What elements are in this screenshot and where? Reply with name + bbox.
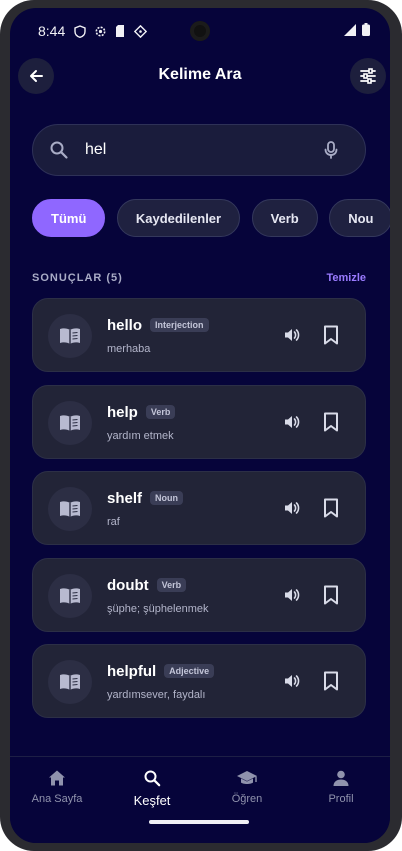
part-of-speech-badge: Interjection — [150, 318, 209, 332]
word-text: helpful — [107, 663, 157, 680]
nav-label: Profil — [328, 793, 354, 805]
word-meaning: yardımsever, faydalı — [107, 689, 206, 701]
book-icon — [48, 314, 92, 358]
speaker-icon[interactable] — [283, 672, 303, 692]
gesture-bar — [149, 820, 249, 824]
signal-icon — [344, 23, 356, 39]
nav-label: Ana Sayfa — [31, 793, 83, 805]
bookmark-icon[interactable] — [323, 585, 343, 607]
part-of-speech-badge: Verb — [145, 405, 176, 419]
chip-verb[interactable]: Verb — [251, 199, 318, 237]
search-icon — [107, 767, 197, 789]
book-icon — [48, 487, 92, 531]
phone-frame: 8:44 Kelime Ara hel Tümü Kaydedilenler V… — [0, 0, 402, 851]
chip-noun[interactable]: Nou — [329, 199, 390, 237]
person-icon — [296, 767, 386, 789]
chip-all[interactable]: Tümü — [32, 199, 106, 237]
app-screen: 8:44 Kelime Ara hel Tümü Kaydedilenler V… — [10, 8, 390, 843]
result-card[interactable]: doubt Verb şüphe; şüphelenmek — [32, 558, 366, 632]
result-card[interactable]: hello Interjection merhaba — [32, 298, 366, 372]
nav-label: Öğren — [231, 793, 263, 805]
search-bar[interactable] — [32, 124, 366, 176]
word-text: hello — [107, 317, 143, 334]
results-title: SONUÇLAR (5) — [32, 272, 123, 284]
clear-button[interactable]: Temizle — [326, 272, 366, 284]
word-text: help — [107, 404, 138, 421]
word-text: doubt — [107, 577, 149, 594]
bookmark-icon[interactable] — [323, 412, 343, 434]
result-card[interactable]: helpful Adjective yardımsever, faydalı — [32, 644, 366, 718]
nav-item-learn[interactable]: Öğren — [202, 767, 292, 805]
word-text: shelf — [107, 490, 143, 507]
nav-label: Keşfet — [133, 793, 171, 808]
book-icon — [48, 574, 92, 618]
home-icon — [12, 767, 102, 789]
chip-saved[interactable]: Kaydedilenler — [116, 199, 241, 237]
bookmark-icon[interactable] — [323, 498, 343, 520]
app-header: Kelime Ara — [10, 58, 390, 94]
word-meaning: raf — [107, 516, 120, 528]
status-time: 8:44 — [38, 23, 66, 39]
book-icon — [48, 660, 92, 704]
nav-item-home[interactable]: Ana Sayfa — [12, 767, 102, 805]
microphone-icon[interactable] — [321, 140, 341, 160]
word-meaning: yardım etmek — [107, 430, 174, 442]
word-meaning: merhaba — [107, 343, 151, 355]
tune-icon — [360, 68, 376, 84]
nav-item-profile[interactable]: Profil — [296, 767, 386, 805]
shield-icon — [73, 24, 87, 38]
book-icon — [48, 401, 92, 445]
settings-icon — [93, 24, 107, 38]
bookmark-icon[interactable] — [323, 671, 343, 693]
results-header: SONUÇLAR (5) Temizle — [32, 270, 366, 286]
part-of-speech-badge: Noun — [150, 491, 184, 505]
filter-chips: Tümü Kaydedilenler Verb Nou — [32, 199, 390, 239]
result-card[interactable]: help Verb yardım etmek — [32, 385, 366, 459]
part-of-speech-badge: Verb — [156, 578, 187, 592]
speaker-icon[interactable] — [283, 586, 303, 606]
speaker-icon[interactable] — [283, 499, 303, 519]
app-notification-icon — [133, 24, 147, 38]
bookmark-icon[interactable] — [323, 325, 343, 347]
search-input[interactable] — [85, 141, 321, 159]
school-icon — [202, 767, 292, 789]
word-meaning: şüphe; şüphelenmek — [107, 603, 209, 615]
page-title: Kelime Ara — [158, 66, 242, 83]
battery-icon — [362, 23, 370, 39]
sim-card-icon — [113, 24, 127, 38]
bottom-navigation: Ana Sayfa Keşfet Öğren Profil — [10, 756, 390, 843]
nav-item-explore[interactable]: Keşfet — [107, 767, 197, 808]
filter-settings-button[interactable] — [350, 58, 386, 94]
camera-cutout — [190, 21, 210, 41]
search-icon — [49, 140, 69, 160]
part-of-speech-badge: Adjective — [164, 664, 215, 678]
speaker-icon[interactable] — [283, 413, 303, 433]
result-card[interactable]: shelf Noun raf — [32, 471, 366, 545]
speaker-icon[interactable] — [283, 326, 303, 346]
